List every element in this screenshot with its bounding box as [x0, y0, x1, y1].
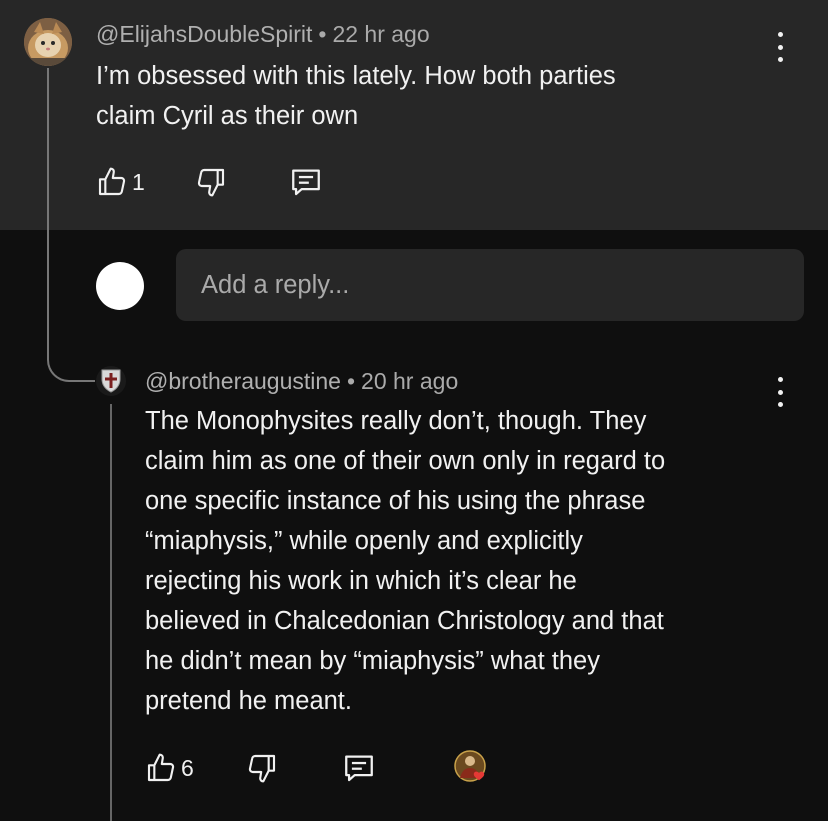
comment-text-line: he didn’t mean by “miaphysis” what they [145, 647, 600, 675]
comment-text-line: “miaphysis,” while openly and explicitly [145, 527, 583, 555]
comment-text-line: I’m obsessed with this lately. How both … [96, 62, 616, 90]
comment-meta: @ElijahsDoubleSpirit • 22 hr ago [96, 21, 430, 48]
cat-avatar[interactable] [24, 18, 72, 66]
comment-author-handle[interactable]: @brotheraugustine [145, 368, 341, 394]
meta-separator: • [318, 21, 327, 47]
comment-text-line: believed in Chalcedonian Christology and… [145, 607, 664, 635]
creator-heart-badge [454, 750, 486, 782]
comment-text-line: The Monophysites really don’t, though. T… [145, 407, 647, 435]
thumbs-down-icon [197, 168, 224, 197]
thread-line [47, 68, 49, 356]
reply-icon [291, 169, 320, 196]
thumbs-down-icon [248, 754, 275, 783]
crusader-shield-avatar[interactable] [96, 366, 126, 396]
reply-input[interactable]: Add a reply... [176, 249, 804, 321]
comment-text-line: rejecting his work in which it’s clear h… [145, 567, 577, 595]
comment-actions: 1 [96, 165, 323, 199]
user-avatar[interactable] [96, 262, 144, 310]
comment-text: I’m obsessed with this lately. How both … [96, 56, 796, 136]
comment-text-line: claim Cyril as their own [96, 102, 359, 130]
comment-text-line: pretend he meant. [145, 687, 352, 715]
comment-text-line: claim him as one of their own only in re… [145, 447, 666, 475]
reply-button[interactable] [289, 165, 323, 199]
thumbs-up-icon [98, 167, 126, 196]
thread-connector [47, 340, 95, 382]
like-button[interactable]: 6 [145, 752, 194, 784]
creator-heart-icon [454, 750, 490, 786]
cat-avatar-image [24, 18, 72, 66]
comment-timestamp[interactable]: 22 hr ago [332, 21, 429, 47]
comment-text: The Monophysites really don’t, though. T… [145, 401, 805, 721]
comment-meta: @brotheraugustine • 20 hr ago [145, 368, 458, 395]
shield-icon [101, 369, 121, 393]
thumbs-up-icon [147, 753, 175, 782]
like-count: 6 [181, 754, 194, 781]
like-count: 1 [132, 168, 145, 195]
dislike-button[interactable] [246, 752, 278, 784]
comment-timestamp[interactable]: 20 hr ago [361, 368, 458, 394]
reply-placeholder: Add a reply... [201, 270, 350, 299]
like-button[interactable]: 1 [96, 166, 145, 198]
reply-icon [344, 755, 373, 782]
reply-button[interactable] [342, 751, 376, 785]
meta-separator: • [346, 368, 356, 394]
comment-text-line: one specific instance of his using the p… [145, 487, 646, 515]
thread-line [110, 404, 112, 821]
dislike-button[interactable] [195, 166, 227, 198]
comment-actions: 6 [145, 751, 376, 785]
comment-author-handle[interactable]: @ElijahsDoubleSpirit [96, 21, 312, 47]
